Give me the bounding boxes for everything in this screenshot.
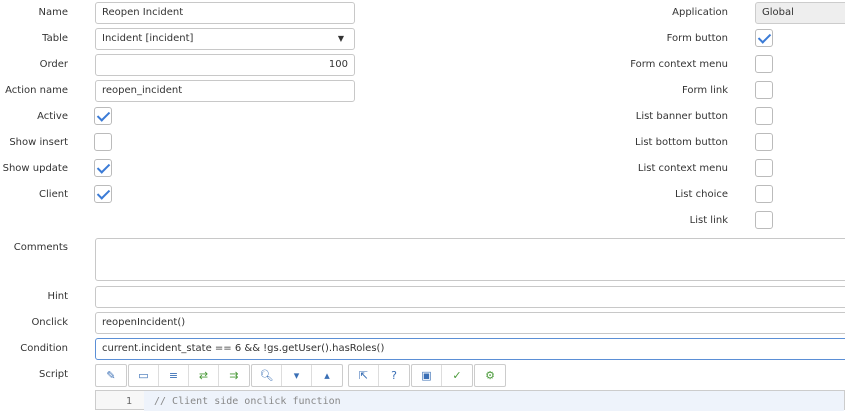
order-label: Order bbox=[39, 59, 68, 70]
replace-all-icon[interactable]: ⇉ bbox=[219, 365, 249, 386]
form-link-checkbox[interactable] bbox=[755, 81, 773, 99]
comments-textarea[interactable] bbox=[95, 238, 845, 281]
chevron-down-icon: ▼ bbox=[337, 34, 344, 43]
list-link-label: List link bbox=[689, 215, 728, 226]
client-checkbox[interactable] bbox=[94, 185, 112, 203]
condition-input[interactable]: current.incident_state == 6 && !gs.getUs… bbox=[95, 338, 845, 360]
chevron-down-icon[interactable]: ▾ bbox=[282, 365, 312, 386]
active-label: Active bbox=[37, 111, 68, 122]
format-code-icon[interactable]: ≡ bbox=[159, 365, 189, 386]
form-link-label: Form link bbox=[681, 85, 728, 96]
help-icon[interactable]: ? bbox=[379, 365, 409, 386]
show-update-label: Show update bbox=[2, 163, 68, 174]
form-button-checkbox[interactable] bbox=[755, 29, 773, 47]
save-icon[interactable]: ▣ bbox=[412, 365, 442, 386]
script-toolbar-group-5: ▣ ✓ bbox=[411, 364, 473, 387]
chevron-up-icon[interactable]: ▴ bbox=[312, 365, 342, 386]
list-bottom-button-checkbox[interactable] bbox=[755, 133, 773, 151]
active-checkbox[interactable] bbox=[94, 107, 112, 125]
name-label: Name bbox=[38, 7, 68, 18]
show-insert-label: Show insert bbox=[9, 137, 68, 148]
fullscreen-icon[interactable]: ⇱ bbox=[349, 365, 379, 386]
code-line: // Client side onclick function bbox=[144, 391, 844, 411]
search-icon[interactable]: 🔍︎ bbox=[252, 365, 282, 386]
name-input[interactable]: Reopen Incident bbox=[95, 2, 355, 24]
hint-input[interactable] bbox=[95, 286, 845, 308]
comment-icon[interactable]: ▭ bbox=[129, 365, 159, 386]
script-assistant-icon[interactable]: ✎ bbox=[96, 365, 126, 386]
hint-label: Hint bbox=[47, 291, 68, 302]
line-number: 1 bbox=[126, 396, 133, 407]
show-update-checkbox[interactable] bbox=[94, 159, 112, 177]
list-choice-checkbox[interactable] bbox=[755, 185, 773, 203]
application-field: Global bbox=[755, 2, 845, 24]
script-label: Script bbox=[38, 369, 68, 380]
order-input[interactable]: 100 bbox=[95, 54, 355, 76]
list-choice-label: List choice bbox=[674, 189, 728, 200]
form-button-label: Form button bbox=[666, 33, 728, 44]
script-debugger-icon[interactable]: ⚙ bbox=[475, 365, 505, 386]
application-label: Application bbox=[672, 7, 728, 18]
script-toolbar-group-2: ▭ ≡ ⇄ ⇉ bbox=[128, 364, 250, 387]
script-toolbar-group-6: ⚙ bbox=[474, 364, 506, 387]
list-banner-button-label: List banner button bbox=[635, 111, 728, 122]
replace-icon[interactable]: ⇄ bbox=[189, 365, 219, 386]
syntax-check-icon[interactable]: ✓ bbox=[442, 365, 472, 386]
condition-label: Condition bbox=[20, 343, 68, 354]
script-toolbar-group-1: ✎ bbox=[95, 364, 127, 387]
form-context-menu-checkbox[interactable] bbox=[755, 55, 773, 73]
script-toolbar-group-3: 🔍︎ ▾ ▴ bbox=[251, 364, 343, 387]
table-label: Table bbox=[42, 33, 68, 44]
script-toolbar-group-4: ⇱? bbox=[348, 364, 410, 387]
table-select[interactable]: Incident [incident] ▼ bbox=[95, 28, 355, 50]
form-context-menu-label: Form context menu bbox=[630, 59, 728, 70]
script-editor[interactable]: 1 // Client side onclick function bbox=[95, 390, 845, 411]
action-name-label: Action name bbox=[5, 85, 68, 96]
table-value: Incident [incident] bbox=[102, 33, 194, 44]
onclick-label: Onclick bbox=[31, 317, 68, 328]
list-context-menu-checkbox[interactable] bbox=[755, 159, 773, 177]
action-name-input[interactable]: reopen_incident bbox=[95, 80, 355, 102]
show-insert-checkbox[interactable] bbox=[94, 133, 112, 151]
client-label: Client bbox=[39, 189, 68, 200]
list-link-checkbox[interactable] bbox=[755, 211, 773, 229]
list-bottom-button-label: List bottom button bbox=[635, 137, 728, 148]
list-context-menu-label: List context menu bbox=[637, 163, 728, 174]
onclick-input[interactable]: reopenIncident() bbox=[95, 312, 845, 334]
comments-label: Comments bbox=[13, 242, 68, 253]
list-banner-button-checkbox[interactable] bbox=[755, 107, 773, 125]
